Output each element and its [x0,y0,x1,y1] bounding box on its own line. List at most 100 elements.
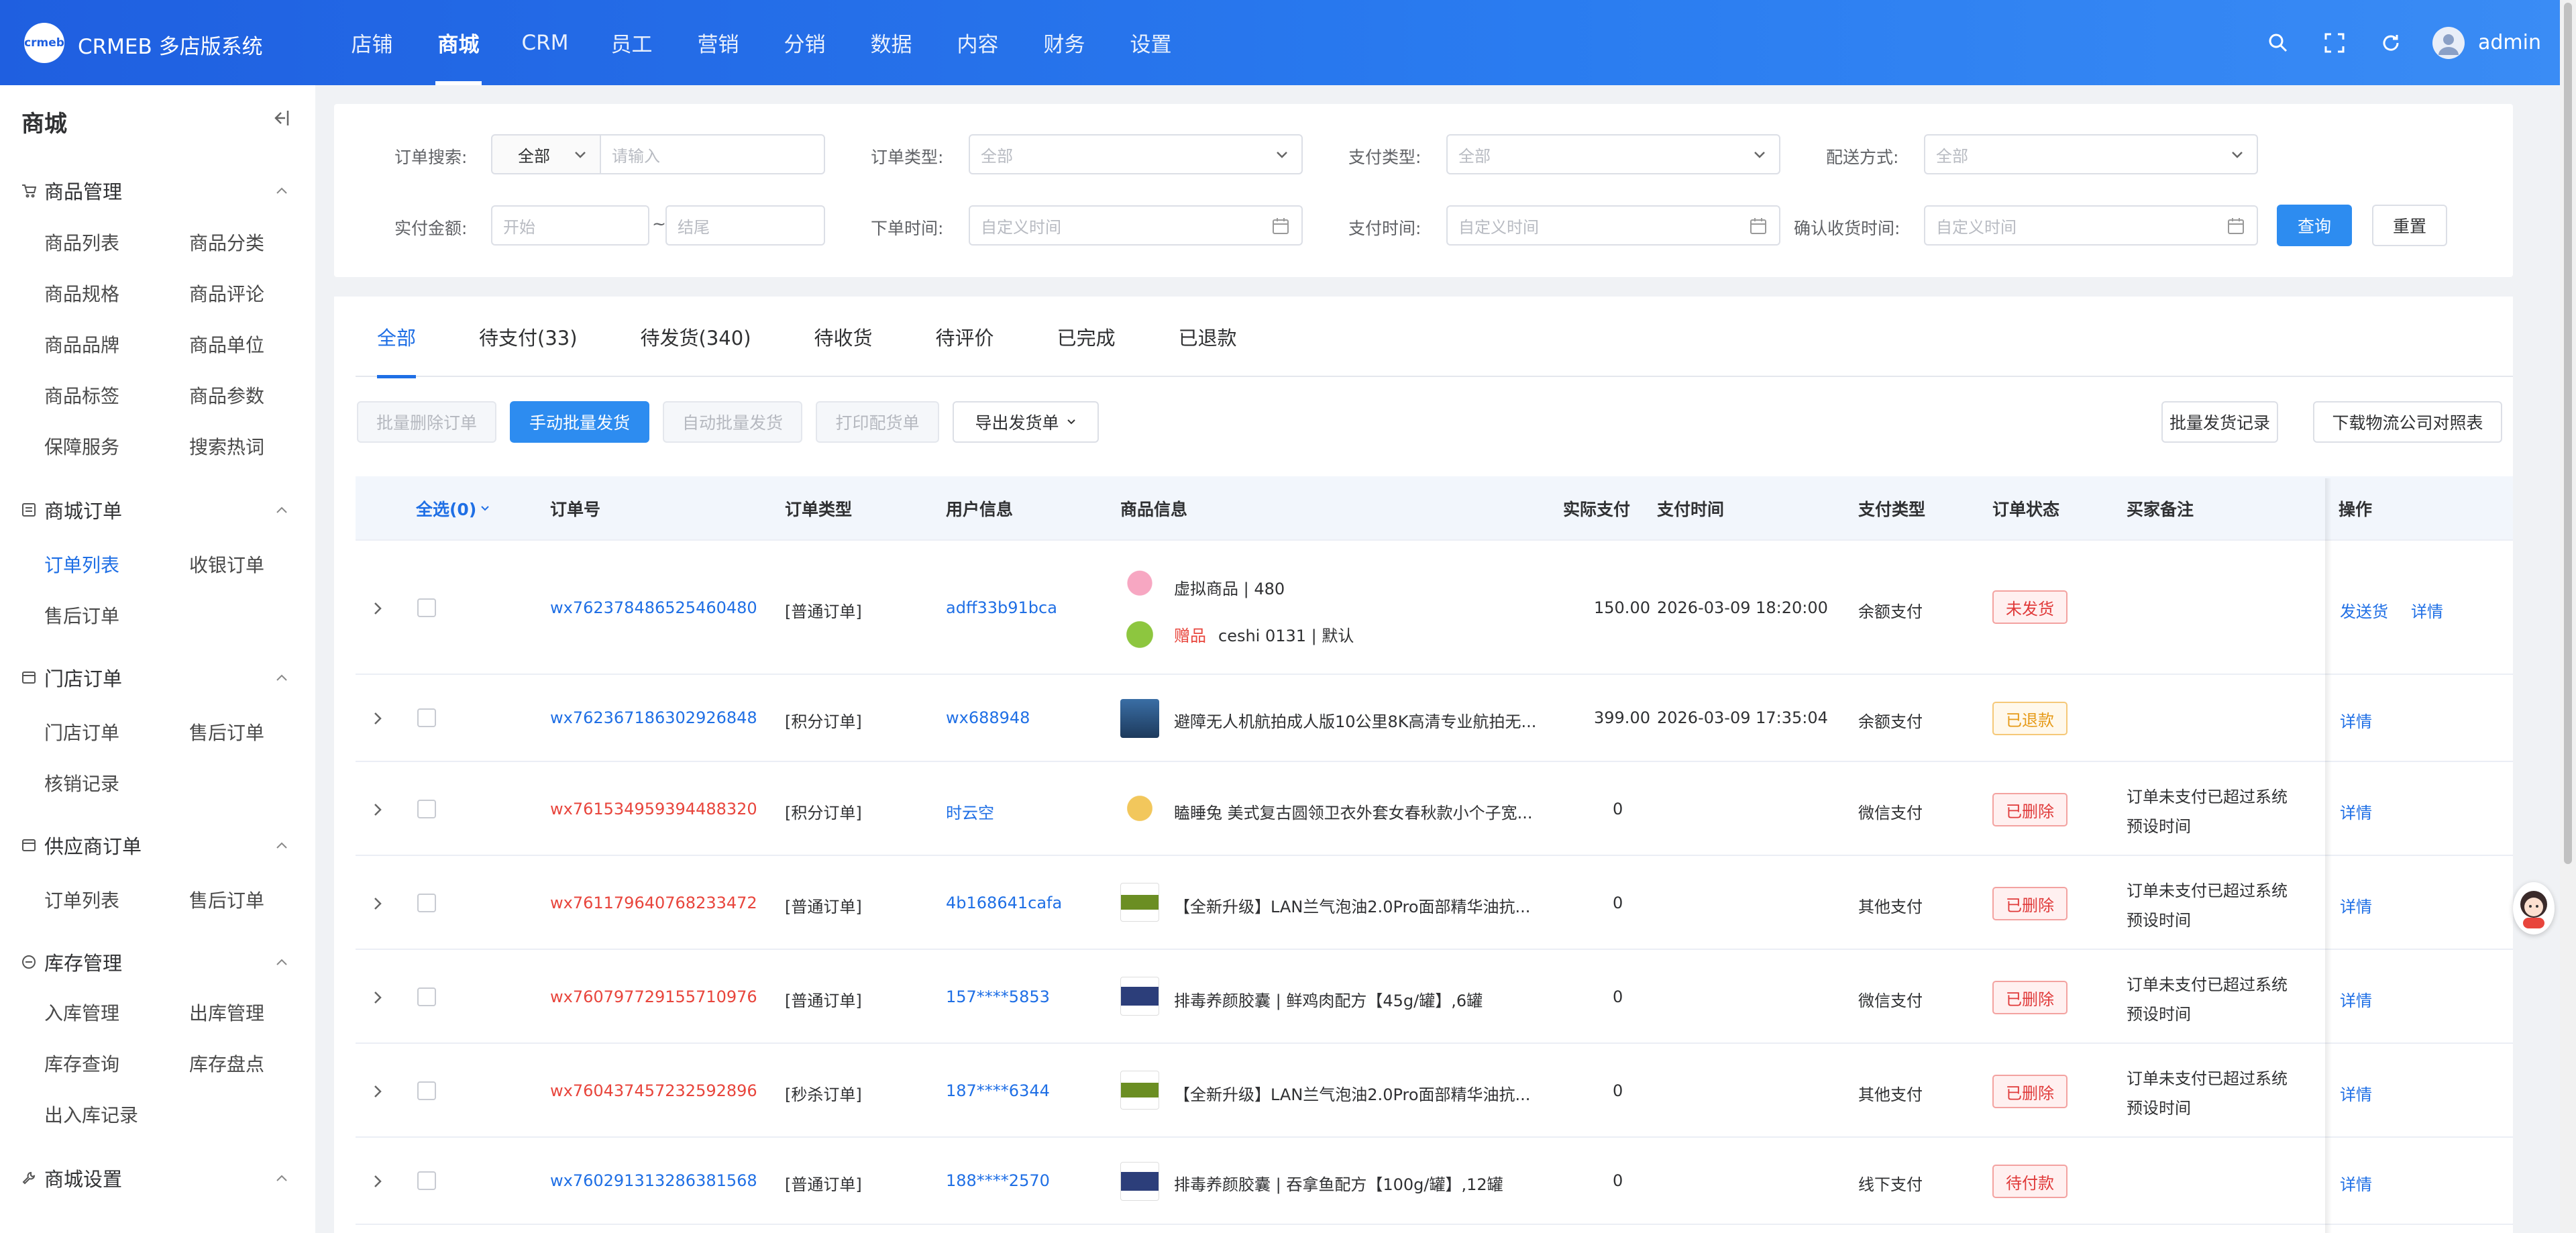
expand-icon[interactable] [373,1174,382,1189]
page-scrollbar[interactable] [2560,0,2576,1233]
detail-link[interactable]: 详情 [2411,598,2443,622]
sidebar-item-product-unit[interactable]: 商品单位 [189,331,264,358]
expand-icon[interactable] [373,896,382,911]
sidebar-item-product-review[interactable]: 商品评论 [189,280,264,307]
print-button[interactable]: 打印配货单 [816,401,939,443]
download-logistics-button[interactable]: 下载物流公司对照表 [2313,401,2502,443]
ship-record-button[interactable]: 批量发货记录 [2161,401,2278,443]
amount-end-input[interactable]: 结尾 [665,205,825,246]
sidebar-item-hot-search[interactable]: 搜索热词 [189,433,264,460]
detail-link[interactable]: 详情 [2340,800,2372,823]
sidebar-item-product-spec[interactable]: 商品规格 [44,280,119,307]
query-button[interactable]: 查询 [2277,205,2352,246]
order-no[interactable]: wx761179640768233472 [550,894,757,912]
sidebar-item-verify-record[interactable]: 核销记录 [44,769,119,796]
pay-time-picker[interactable]: 自定义时间 [1446,205,1780,246]
sidebar-item-supplier-order-list[interactable]: 订单列表 [44,886,119,913]
expand-icon[interactable] [373,802,382,817]
tab-refunded[interactable]: 已退款 [1157,297,1258,377]
sidebar-item-stock-in[interactable]: 入库管理 [44,999,119,1026]
row-checkbox[interactable] [417,800,436,818]
sidebar-item-stock-check[interactable]: 库存盘点 [189,1050,264,1077]
brand-logo[interactable]: crmeb [24,23,64,63]
order-no[interactable]: wx762367186302926848 [550,708,757,727]
detail-link[interactable]: 详情 [2340,987,2372,1011]
nav-distribution[interactable]: 分销 [761,0,848,85]
expand-icon[interactable] [373,711,382,726]
row-checkbox[interactable] [417,987,436,1006]
order-no[interactable]: wx760797729155710976 [550,987,757,1006]
user-info[interactable]: adff33b91bca [946,598,1057,617]
expand-icon[interactable] [373,601,382,616]
confirm-time-picker[interactable]: 自定义时间 [1924,205,2258,246]
row-checkbox[interactable] [417,598,436,617]
tab-pending-ship[interactable]: 待发货(340) [619,297,773,377]
nav-crm[interactable]: CRM [502,0,588,85]
batch-delete-button[interactable]: 批量删除订单 [357,401,496,443]
refresh-icon[interactable] [2363,0,2419,85]
fullscreen-icon[interactable] [2306,0,2363,85]
order-no[interactable]: wx761534959394488320 [550,800,757,818]
detail-link[interactable]: 详情 [2340,1081,2372,1105]
order-no[interactable]: wx760437457232592896 [550,1081,757,1100]
chevron-up-icon[interactable] [275,186,288,195]
user-name[interactable]: admin [2478,31,2541,54]
customer-service-avatar[interactable] [2513,882,2555,934]
sidebar-item-cashier-order[interactable]: 收银订单 [189,551,264,578]
order-type-select[interactable]: 全部 [969,134,1303,174]
nav-content[interactable]: 内容 [934,0,1021,85]
chevron-up-icon[interactable] [275,673,288,682]
sidebar-item-store-order[interactable]: 门店订单 [44,718,119,745]
nav-marketing[interactable]: 营销 [675,0,761,85]
sidebar-group-supplier-order[interactable]: 供应商订单 [21,831,142,859]
sidebar-group-product[interactable]: 商品管理 [21,176,122,205]
nav-staff[interactable]: 员工 [588,0,675,85]
ship-link[interactable]: 发送货 [2340,598,2388,622]
user-info[interactable]: 188****2570 [946,1171,1050,1190]
chevron-up-icon[interactable] [275,841,288,850]
search-icon[interactable] [2250,0,2306,85]
scrollbar-thumb[interactable] [2564,3,2572,864]
chevron-up-icon[interactable] [275,1173,288,1183]
sidebar-group-store-order[interactable]: 门店订单 [21,663,122,692]
sidebar-item-after-sale[interactable]: 售后订单 [44,602,119,629]
tab-pending-review[interactable]: 待评价 [914,297,1016,377]
sidebar-item-product-param[interactable]: 商品参数 [189,382,264,409]
pay-type-select[interactable]: 全部 [1446,134,1780,174]
avatar[interactable] [2432,26,2465,59]
tab-pending-receive[interactable]: 待收货 [793,297,894,377]
nav-shop[interactable]: 店铺 [329,0,415,85]
tab-pending-pay[interactable]: 待支付(33) [458,297,599,377]
nav-mall[interactable]: 商城 [415,0,502,85]
select-all-dropdown[interactable]: 全选(0) [416,476,490,541]
sidebar-item-product-category[interactable]: 商品分类 [189,229,264,256]
user-info[interactable]: 4b168641cafa [946,894,1062,912]
detail-link[interactable]: 详情 [2340,1171,2372,1195]
sidebar-group-mall-order[interactable]: 商城订单 [21,496,122,524]
sidebar-item-order-list[interactable]: 订单列表 [44,551,119,578]
sidebar-item-stock-out[interactable]: 出库管理 [189,999,264,1026]
sidebar-item-product-list[interactable]: 商品列表 [44,229,119,256]
row-checkbox[interactable] [417,708,436,727]
user-info[interactable]: 157****5853 [946,987,1050,1006]
sidebar-item-stock-query[interactable]: 库存查询 [44,1050,119,1077]
chevron-up-icon[interactable] [275,505,288,515]
tab-all[interactable]: 全部 [356,297,437,378]
user-info[interactable]: 187****6344 [946,1081,1050,1100]
sidebar-item-store-after-sale[interactable]: 售后订单 [189,718,264,745]
order-time-picker[interactable]: 自定义时间 [969,205,1303,246]
sidebar-item-supplier-after-sale[interactable]: 售后订单 [189,886,264,913]
nav-finance[interactable]: 财务 [1021,0,1108,85]
collapse-icon[interactable] [270,109,290,131]
nav-data[interactable]: 数据 [848,0,934,85]
expand-icon[interactable] [373,1084,382,1099]
amount-start-input[interactable]: 开始 [491,205,649,246]
row-checkbox[interactable] [417,894,436,912]
detail-link[interactable]: 详情 [2340,708,2372,732]
expand-icon[interactable] [373,990,382,1005]
sidebar-item-guarantee[interactable]: 保障服务 [44,433,119,460]
order-no[interactable]: wx762378486525460480 [550,598,757,617]
user-info[interactable]: wx688948 [946,708,1030,727]
reset-button[interactable]: 重置 [2372,205,2447,246]
sidebar-group-mall-settings[interactable]: 商城设置 [21,1164,122,1192]
